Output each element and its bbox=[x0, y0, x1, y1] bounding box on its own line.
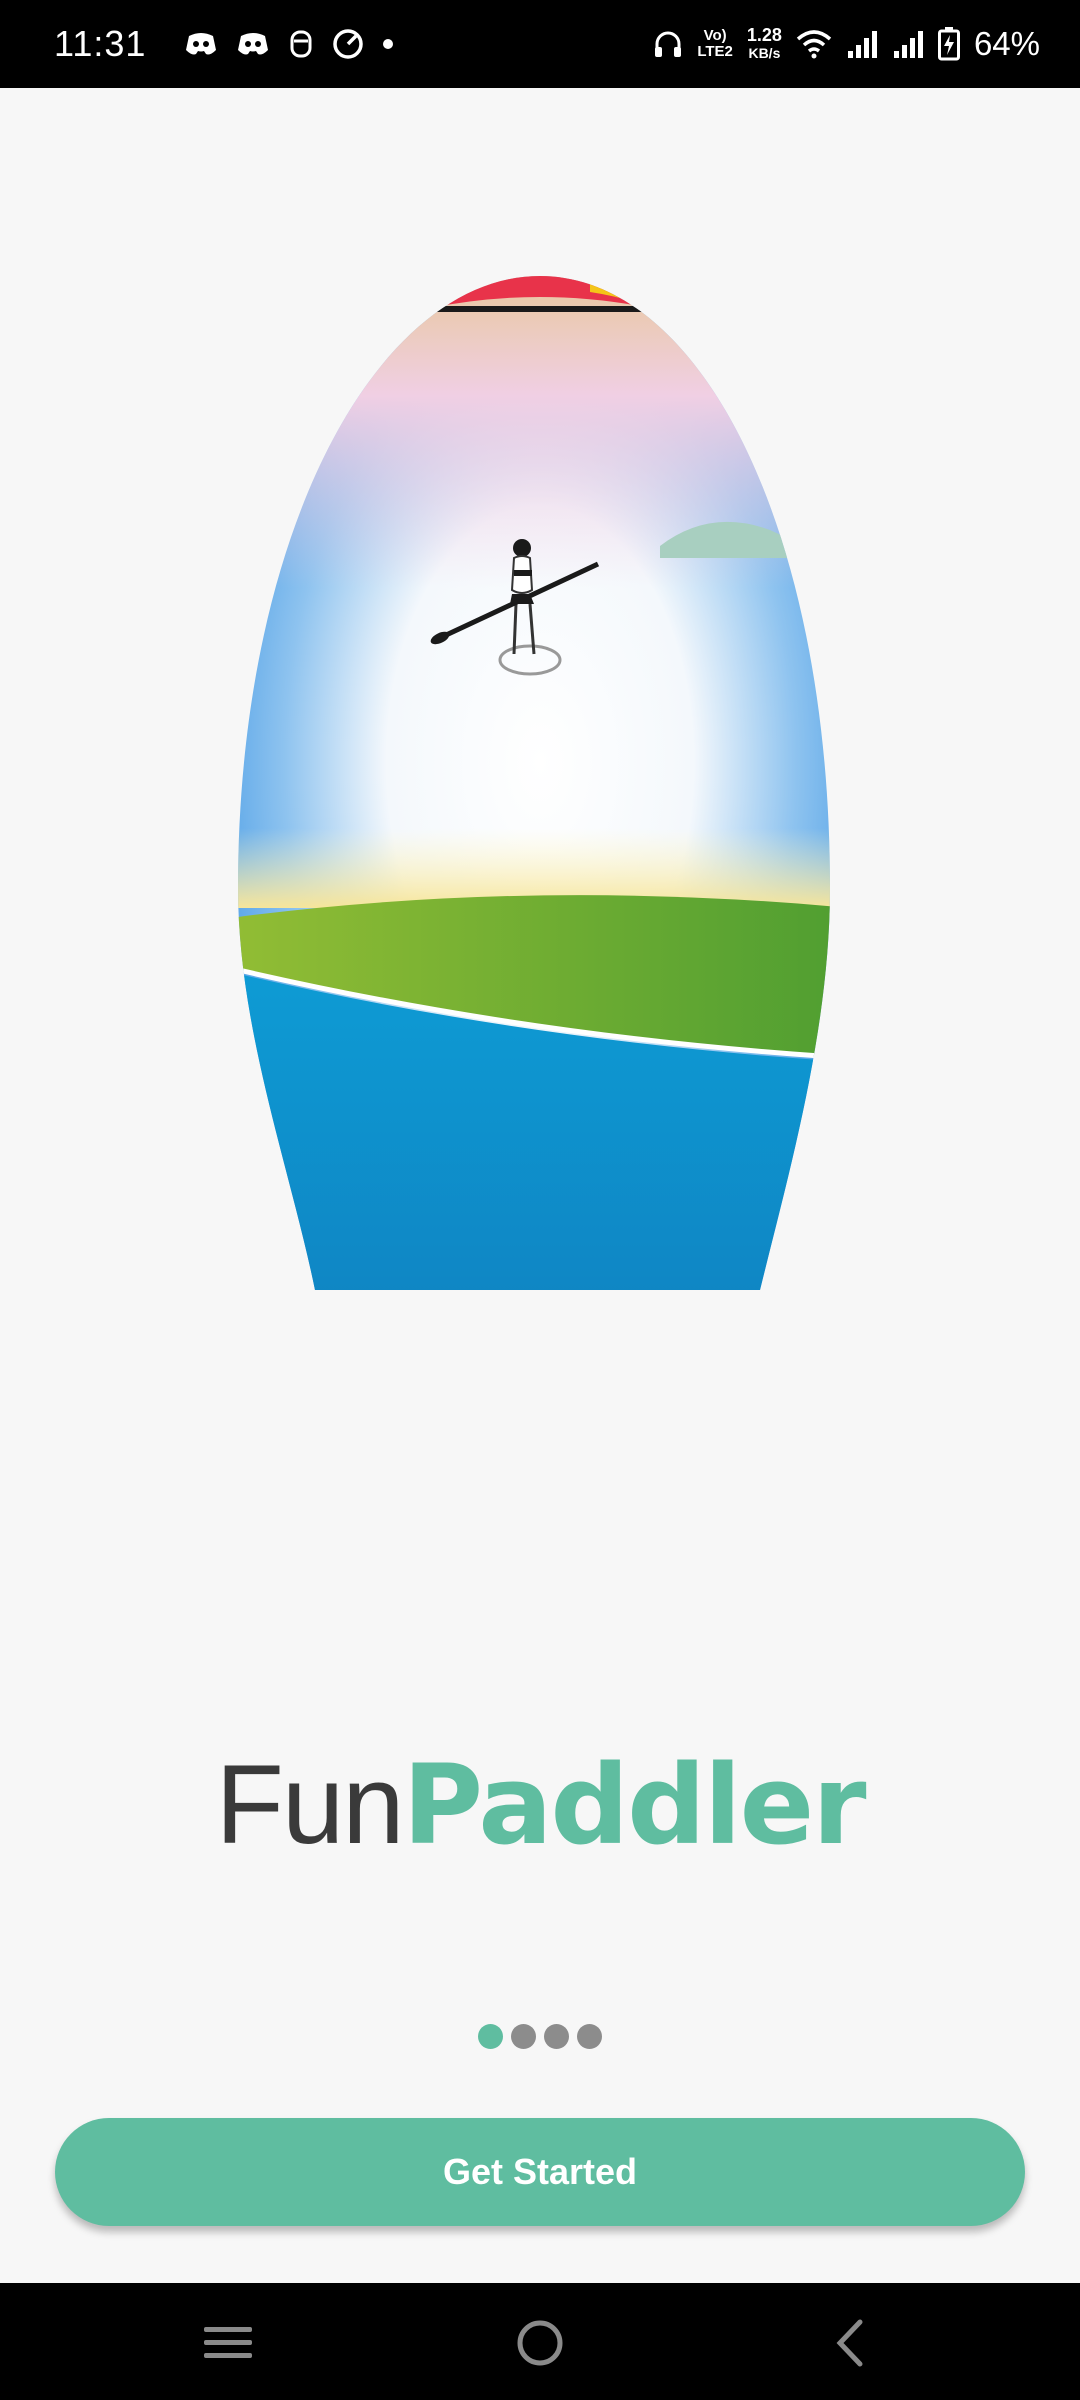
battery-percent: 64% bbox=[973, 25, 1040, 62]
logo-text-fun: Fun bbox=[215, 1742, 405, 1867]
menu-icon[interactable] bbox=[198, 2313, 258, 2373]
page-dot-active bbox=[478, 2024, 503, 2049]
home-icon[interactable] bbox=[510, 2313, 570, 2373]
page-dot bbox=[577, 2024, 602, 2049]
headphones-icon bbox=[653, 29, 683, 59]
status-bar: 11:31 Vo) LTE2 1.28 KB/s 64% bbox=[0, 0, 1080, 88]
discord-icon bbox=[236, 30, 270, 58]
battery-charging-icon bbox=[937, 27, 960, 61]
network-rate: 1.28 KB/s bbox=[746, 25, 782, 61]
speed-icon bbox=[332, 28, 364, 60]
notification-icon bbox=[288, 29, 314, 59]
get-started-button[interactable]: Get Started bbox=[55, 2118, 1025, 2226]
dot-icon bbox=[382, 38, 394, 50]
signal-icon bbox=[892, 29, 924, 59]
page-dot bbox=[544, 2024, 569, 2049]
wifi-icon bbox=[796, 29, 832, 59]
navigation-bar bbox=[0, 2283, 1080, 2400]
app-logo: FunPaddler bbox=[0, 1740, 1080, 1869]
back-icon[interactable] bbox=[820, 2313, 880, 2373]
notification-icons bbox=[184, 28, 394, 60]
status-time: 11:31 bbox=[54, 23, 147, 64]
signal-icon bbox=[846, 29, 878, 59]
page-indicator bbox=[0, 2024, 1080, 2049]
logo-text-paddler: Paddler bbox=[402, 1741, 867, 1869]
volte-indicator: Vo) LTE2 bbox=[697, 27, 733, 60]
paddleboard-illustration bbox=[230, 268, 850, 1298]
page-dot bbox=[511, 2024, 536, 2049]
system-status: Vo) LTE2 1.28 KB/s 64% bbox=[653, 25, 1040, 63]
discord-icon bbox=[184, 30, 218, 58]
